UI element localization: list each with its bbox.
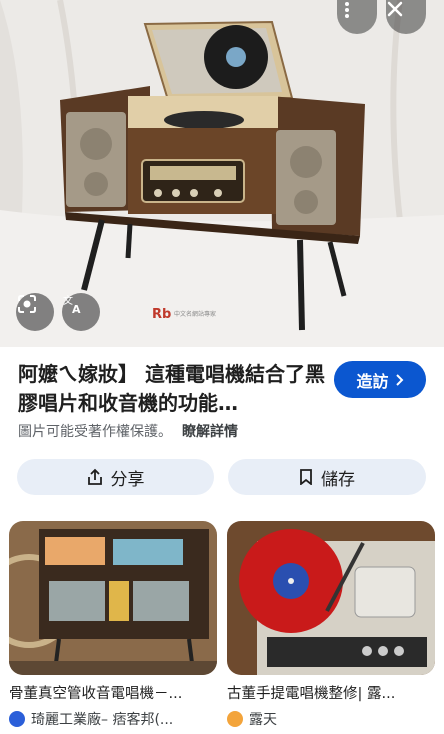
related-source[interactable]: 琦麗工業廠– 痞客邦(... [9, 709, 217, 729]
watermark: Rb 中文名網站專家 [152, 304, 238, 322]
visit-label: 造訪 [356, 371, 389, 391]
lens-icon [18, 295, 36, 313]
related-thumbnail[interactable] [9, 521, 217, 675]
translate-icon: 文 A [63, 294, 81, 315]
related-card[interactable]: 骨董真空管收音電唱機－... 琦麗工業廠– 痞客邦(... [9, 521, 217, 729]
source-icon [227, 711, 243, 727]
related-source[interactable]: 露天 [227, 709, 435, 729]
svg-text:Rb: Rb [152, 307, 171, 322]
related-title[interactable]: 古董手提電唱機整修| 露... [227, 682, 435, 703]
copyright-text: 圖片可能受著作權保護。 [18, 424, 172, 440]
related-card[interactable]: 古董手提電唱機整修| 露... 露天 [227, 521, 435, 729]
source-icon [9, 711, 25, 727]
more-vert-icon [345, 2, 349, 18]
portable-turntable-thumbnail [227, 521, 435, 675]
visit-button[interactable]: 造訪 [334, 361, 426, 398]
copyright-notice: 圖片可能受著作權保護。 瞭解詳情 [18, 421, 238, 441]
vintage-cabinet-thumbnail [9, 521, 217, 675]
save-label: 儲存 [321, 469, 355, 490]
share-icon [87, 468, 102, 485]
hero-image[interactable]: 文 A Rb 中文名網站專家 [0, 0, 444, 347]
share-button[interactable]: 分享 [17, 459, 214, 495]
lens-search-button[interactable] [16, 293, 54, 331]
result-title[interactable]: 阿嬤ㄟ嫁妝】 這種電唱機結合了黑膠唱片和收音機的功能… [18, 360, 334, 418]
learn-more-link[interactable]: 瞭解詳情 [182, 424, 238, 440]
save-button[interactable]: 儲存 [228, 459, 426, 495]
close-icon [387, 1, 403, 17]
related-title[interactable]: 骨董真空管收音電唱機－... [9, 682, 217, 703]
source-name: 露天 [249, 712, 277, 728]
share-label: 分享 [110, 469, 145, 490]
translate-button[interactable]: 文 A [62, 293, 100, 331]
chevron-right-icon [395, 373, 403, 386]
watermark-logo: Rb 中文名網站專家 [152, 307, 216, 322]
bookmark-icon [300, 469, 312, 485]
svg-text:中文名網站專家: 中文名網站專家 [174, 310, 216, 318]
svg-text:A: A [72, 303, 81, 315]
source-name: 琦麗工業廠– 痞客邦(... [31, 712, 174, 728]
related-thumbnail[interactable] [227, 521, 435, 675]
